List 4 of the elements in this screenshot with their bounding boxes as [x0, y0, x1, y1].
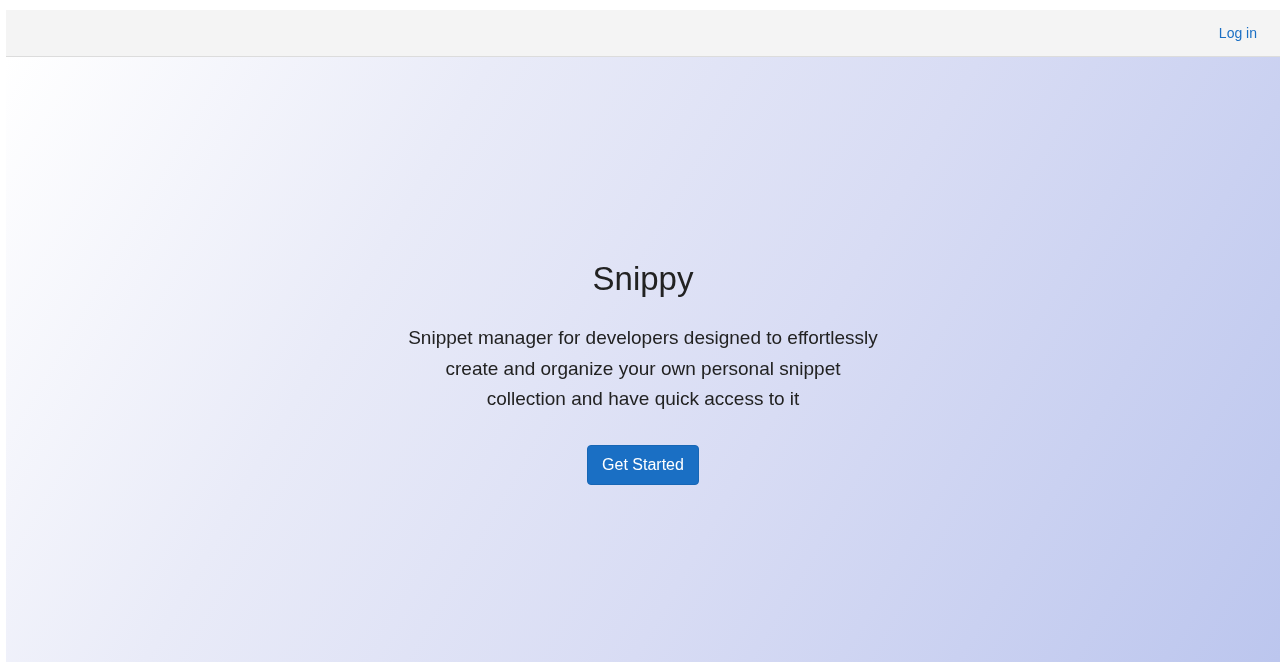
hero-title: Snippy [592, 259, 694, 299]
hero-description: Snippet manager for developers designed to effortlessly create and organize your own personal snippet collection and have quick access to it [408, 326, 878, 411]
get-started-button[interactable]: Get Started [587, 444, 699, 485]
login-link[interactable]: Log in [1218, 25, 1257, 41]
